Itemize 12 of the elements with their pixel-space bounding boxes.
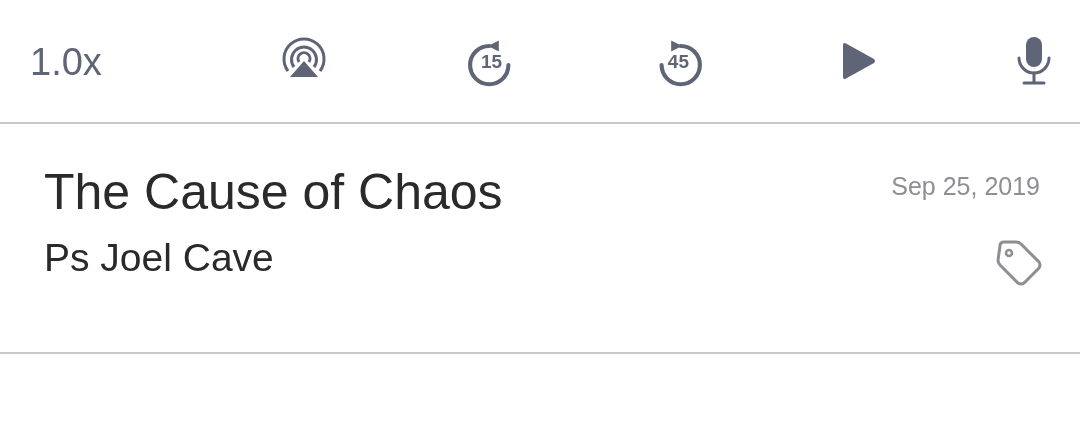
tag-icon <box>994 238 1044 288</box>
tag-button[interactable] <box>994 238 1044 288</box>
microphone-button[interactable] <box>1016 36 1052 86</box>
skip-back-button[interactable]: 15 <box>467 35 516 87</box>
speed-button[interactable]: 1.0x <box>30 38 140 84</box>
episode-date: Sep 25, 2019 <box>891 172 1040 201</box>
episode-title: The Cause of Chaos <box>44 163 503 222</box>
skip-forward-button[interactable]: 45 <box>654 35 703 87</box>
play-icon <box>841 42 878 80</box>
microphone-icon <box>1016 36 1052 86</box>
speaker-name: Ps Joel Cave <box>44 236 274 280</box>
play-button[interactable] <box>841 42 878 80</box>
